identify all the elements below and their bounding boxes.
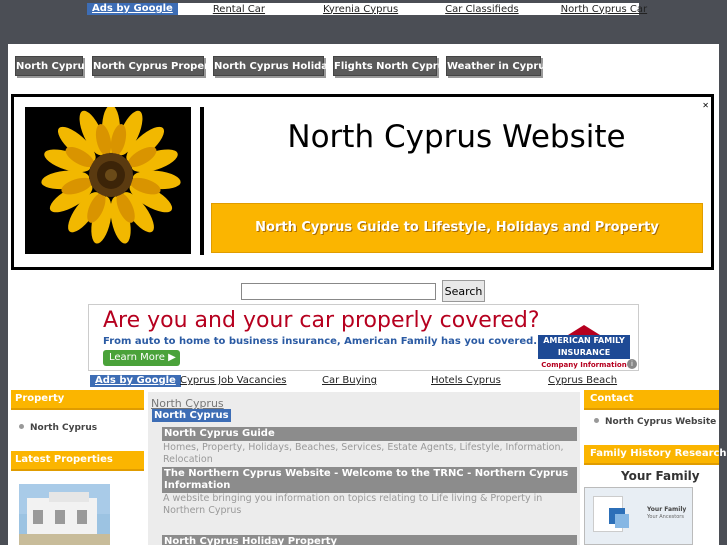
latest-arrow-icon xyxy=(17,471,27,477)
nav-north-cyprus[interactable]: North Cyprus xyxy=(15,56,91,76)
nav-north-cyprus-holidays[interactable]: North Cyprus Holidays xyxy=(213,56,340,76)
bullet-icon xyxy=(594,418,599,423)
banner-subtext: From auto to home to business insurance,… xyxy=(103,336,538,347)
family-arrow-icon xyxy=(589,465,599,471)
insurance-banner-ad[interactable]: Are you and your car properly covered? F… xyxy=(88,304,639,371)
ad-block-graphic-2 xyxy=(615,514,629,528)
ad-link-kyrenia-cyprus[interactable]: Kyrenia Cyprus xyxy=(323,4,398,15)
nav-flights-north-cyprus[interactable]: Flights North Cyprus xyxy=(333,56,451,76)
site-title: North Cyprus Website xyxy=(287,119,626,155)
american-family-logo: AMERICAN FAMILY INSURANCE Company Inform… xyxy=(538,325,630,369)
family-history-label: Family History Research xyxy=(590,448,727,459)
ads-by-google-label[interactable]: Ads by Google xyxy=(87,3,178,15)
contact-arrow-icon xyxy=(589,410,599,416)
site-header: North Cyprus Website North Cyprus Guide … xyxy=(11,94,714,270)
property-photo[interactable] xyxy=(19,484,110,545)
learn-more-button[interactable]: Learn More ▶ xyxy=(103,350,180,366)
nav-weather-in-cyprus[interactable]: Weather in Cyprus xyxy=(446,56,551,76)
search-input[interactable] xyxy=(241,283,436,300)
close-icon: ✕ xyxy=(702,101,709,110)
contact-heading-label: Contact xyxy=(590,393,634,404)
search-button[interactable]: Search xyxy=(442,280,485,302)
entry-desc-2: A website bringing you information on to… xyxy=(163,493,543,516)
entry-title-2[interactable]: The Northern Cyprus Website - Welcome to… xyxy=(162,467,577,493)
property-arrow-icon xyxy=(17,410,27,416)
site-tagline: North Cyprus Guide to Lifestyle, Holiday… xyxy=(211,203,703,253)
family-ad-line-1: Your Family xyxy=(647,506,687,513)
latest-properties-label: Latest Properties xyxy=(15,454,113,465)
latest-properties-heading: Latest Properties xyxy=(11,451,144,471)
nav-north-cyprus-property[interactable]: North Cyprus Property xyxy=(92,56,220,76)
adchoices-icon[interactable]: i xyxy=(627,359,637,369)
family-history-heading: Family History Research xyxy=(584,445,727,465)
selected-category[interactable]: North Cyprus xyxy=(152,409,231,422)
bullet-icon xyxy=(19,424,24,429)
banner-headline: Are you and your car properly covered? xyxy=(103,308,540,333)
brand-line-2: INSURANCE xyxy=(538,347,630,359)
top-ad-links: Ads by Google Rental Car Kyrenia Cyprus … xyxy=(87,3,647,15)
entry-title-1[interactable]: North Cyprus Guide xyxy=(162,427,577,441)
contact-heading: Contact xyxy=(584,390,719,410)
house-roof-icon xyxy=(568,325,600,335)
sidebar-item-label: North Cyprus xyxy=(30,423,98,433)
ad-link-cyprus-job-vacancies[interactable]: Cyprus Job Vacancies xyxy=(180,375,286,387)
family-ad-title[interactable]: Your Family xyxy=(621,469,700,483)
ad-link-north-cyprus-car[interactable]: North Cyprus Car xyxy=(561,4,647,15)
property-heading: Property xyxy=(11,390,144,410)
entry-title-3[interactable]: North Cyprus Holiday Property xyxy=(162,535,577,545)
sidebar-item-north-cyprus[interactable]: North Cyprus xyxy=(19,423,97,433)
brand-info: Company Information xyxy=(541,361,627,369)
sunflower-image xyxy=(25,107,191,254)
ad-link-rental-car[interactable]: Rental Car xyxy=(213,4,265,15)
ads-by-google-label-2[interactable]: Ads by Google xyxy=(90,375,181,387)
ad-link-car-buying[interactable]: Car Buying xyxy=(322,375,377,387)
ad-link-car-classifieds[interactable]: Car Classifieds xyxy=(445,4,519,15)
ad-link-cyprus-beach[interactable]: Cyprus Beach xyxy=(548,375,617,387)
property-heading-label: Property xyxy=(15,393,65,404)
brand-line-1: AMERICAN FAMILY xyxy=(538,335,630,347)
ad-link-hotels-cyprus[interactable]: Hotels Cyprus xyxy=(431,375,501,387)
sidebar-spacer xyxy=(11,441,144,451)
entry-desc-1: Homes, Property, Holidays, Beaches, Serv… xyxy=(163,442,564,465)
contact-item-label: North Cyprus Website xyxy=(605,417,717,427)
family-history-ad[interactable]: Your Family Your Ancestors xyxy=(584,487,693,545)
family-ad-line-2: Your Ancestors xyxy=(647,514,684,520)
header-divider xyxy=(200,107,204,255)
secondary-ad-links: Ads by Google Cyprus Job Vacancies Car B… xyxy=(88,375,639,387)
contact-item-north-cyprus-website[interactable]: North Cyprus Website xyxy=(594,417,716,427)
